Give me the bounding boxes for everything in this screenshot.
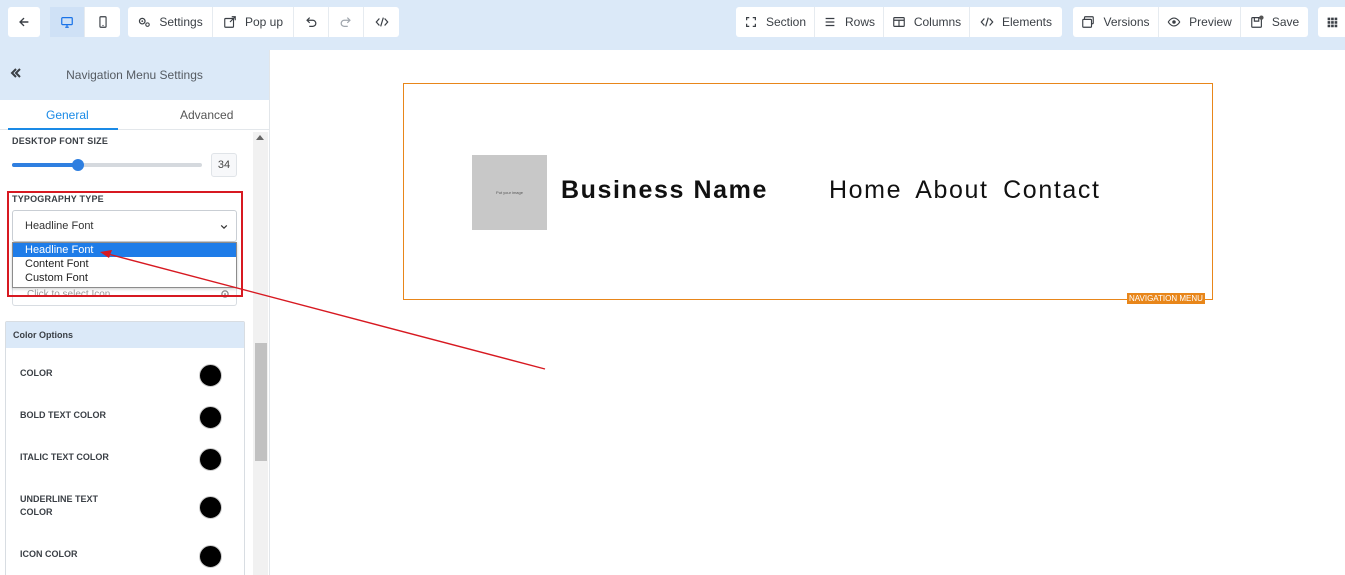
arrow-left-icon [19, 17, 29, 27]
slider-handle[interactable] [72, 159, 84, 171]
eye-icon [1167, 17, 1181, 27]
active-tab-indicator [8, 128, 118, 130]
code-icon [980, 17, 994, 27]
window-icon [1082, 16, 1095, 28]
settings-label: Settings [159, 15, 203, 29]
external-link-icon [224, 16, 236, 28]
desktop-view-button[interactable] [50, 7, 85, 37]
save-icon [1251, 15, 1264, 28]
icon-color-label: ICON COLOR [20, 549, 78, 559]
color-options-panel: Color Options COLOR BOLD TEXT COLOR ITAL… [5, 321, 245, 575]
annotation-highlight-box [7, 191, 243, 297]
device-toggle [50, 7, 120, 37]
back-button[interactable] [8, 7, 40, 37]
desktop-font-size-label: DESKTOP FONT SIZE [12, 136, 109, 146]
redo-icon [340, 17, 351, 27]
scrollbar-thumb[interactable] [255, 343, 267, 461]
nav-link-contact[interactable]: Contact [1003, 176, 1100, 204]
undo-button[interactable] [294, 7, 329, 37]
slider-fill [12, 163, 78, 167]
bold-text-color-swatch[interactable] [199, 406, 222, 429]
preview-button[interactable]: Preview [1159, 7, 1241, 37]
color-options-title: Color Options [13, 330, 73, 340]
sidebar-title: Navigation Menu Settings [66, 68, 203, 82]
settings-tabs: General Advanced [0, 100, 269, 130]
section-button[interactable]: Section [736, 7, 815, 37]
bars-icon [825, 17, 835, 27]
columns-button[interactable]: Columns [884, 7, 970, 37]
columns-label: Columns [913, 15, 962, 29]
logo-image-placeholder[interactable]: Put your image [472, 155, 547, 230]
popup-button[interactable]: Pop up [213, 7, 294, 37]
rows-button[interactable]: Rows [815, 7, 884, 37]
rows-label: Rows [845, 15, 876, 29]
scroll-up-arrow-icon[interactable] [256, 135, 264, 140]
nav-link-home[interactable]: Home [829, 176, 902, 204]
section-label: Section [765, 15, 807, 29]
grid-icon [1327, 17, 1337, 28]
code-icon [374, 17, 389, 27]
structure-toolbar-group: Section Rows Columns Elements [736, 7, 1062, 37]
italic-text-color-label: ITALIC TEXT COLOR [20, 452, 109, 462]
columns-icon [893, 17, 905, 27]
publish-toolbar-group: Versions Preview Save [1073, 7, 1308, 37]
preview-label: Preview [1189, 15, 1232, 29]
expand-icon [745, 17, 756, 27]
tab-general[interactable]: General [46, 108, 89, 122]
color-swatch[interactable] [199, 364, 222, 387]
save-button[interactable]: Save [1241, 7, 1308, 37]
top-toolbar: Settings Pop up Section Rows Columns Ele… [0, 0, 1345, 50]
code-button[interactable] [364, 7, 399, 37]
versions-button[interactable]: Versions [1073, 7, 1159, 37]
color-label: COLOR [20, 368, 53, 378]
redo-button[interactable] [329, 7, 364, 37]
editor-canvas: Put your image Business Name Home About … [270, 50, 1345, 575]
elements-label: Elements [1001, 15, 1053, 29]
sidebar-header: Navigation Menu Settings [0, 50, 269, 100]
font-size-slider[interactable] [12, 159, 202, 171]
nav-link-about[interactable]: About [915, 176, 988, 204]
icon-color-swatch[interactable] [199, 545, 222, 568]
versions-label: Versions [1103, 15, 1150, 29]
edit-toolbar-group: Settings Pop up [128, 7, 399, 37]
element-type-badge: NAVIGATION MENU [1127, 293, 1205, 304]
bold-text-color-label: BOLD TEXT COLOR [20, 410, 106, 420]
desktop-icon [61, 17, 73, 28]
italic-text-color-swatch[interactable] [199, 448, 222, 471]
save-label: Save [1271, 15, 1300, 29]
color-options-header[interactable]: Color Options [6, 322, 244, 348]
nav-links: Home About Contact [829, 176, 1107, 205]
gears-icon [139, 17, 151, 27]
underline-text-color-swatch[interactable] [199, 496, 222, 519]
tab-advanced[interactable]: Advanced [180, 108, 233, 122]
mobile-icon [98, 16, 107, 28]
apps-button[interactable] [1318, 7, 1345, 37]
settings-button[interactable]: Settings [128, 7, 213, 37]
font-size-input[interactable]: 34 [211, 153, 237, 177]
navigation-menu-element[interactable]: Put your image Business Name Home About … [403, 83, 1213, 300]
underline-text-color-label: UNDERLINE TEXT COLOR [20, 494, 99, 517]
sidebar-scrollbar[interactable] [253, 132, 268, 575]
popup-label: Pop up [244, 15, 284, 29]
mobile-view-button[interactable] [85, 7, 120, 37]
elements-button[interactable]: Elements [970, 7, 1062, 37]
back-button-group [8, 7, 40, 37]
settings-sidebar: Navigation Menu Settings General Advance… [0, 50, 270, 575]
undo-icon [306, 17, 317, 27]
business-name[interactable]: Business Name [561, 176, 768, 205]
apps-button-group [1318, 7, 1345, 37]
